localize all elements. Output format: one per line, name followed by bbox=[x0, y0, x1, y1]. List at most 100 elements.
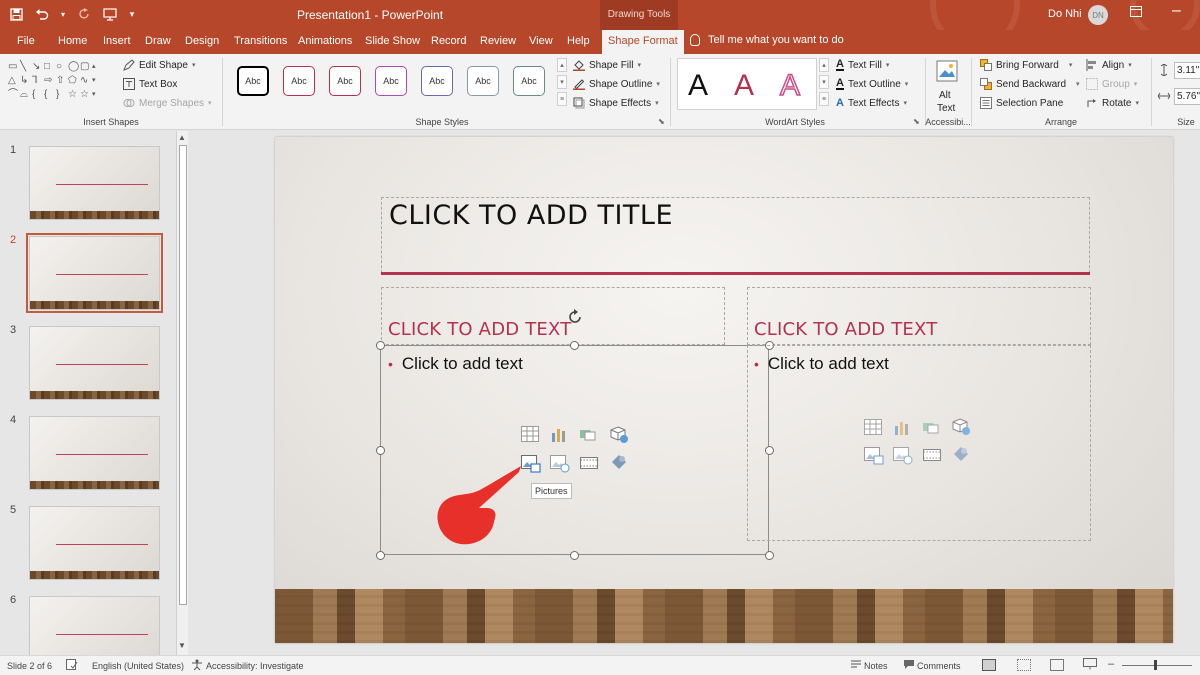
pictures-icon[interactable] bbox=[521, 455, 541, 473]
language-status[interactable]: English (United States) bbox=[92, 661, 184, 671]
text-effects-button[interactable]: A Text Effects ▾ bbox=[836, 97, 907, 109]
shape-style-swatch[interactable]: Abc bbox=[513, 66, 545, 96]
wordart-gallery[interactable]: A A A bbox=[677, 58, 817, 110]
slide-thumbnail[interactable] bbox=[29, 596, 160, 655]
shape-arrow-right-icon[interactable]: ⇨ bbox=[44, 74, 56, 88]
group-button[interactable]: Group ▾ bbox=[1086, 78, 1137, 90]
shape-square-icon[interactable]: ▢ bbox=[80, 60, 92, 74]
selection-pane-button[interactable]: Selection Pane bbox=[980, 97, 1063, 109]
right-bullet[interactable]: • Click to add text bbox=[754, 354, 889, 374]
tab-help[interactable]: Help bbox=[567, 35, 590, 47]
user-name[interactable]: Do Nhi bbox=[1048, 8, 1082, 20]
shape-brace-icon[interactable]: { bbox=[44, 88, 56, 102]
tab-home[interactable]: Home bbox=[58, 35, 87, 47]
shape-triangle-icon[interactable]: △ bbox=[8, 74, 20, 88]
shape-star-icon[interactable]: ☆ bbox=[68, 88, 80, 102]
shape-expand-icon[interactable]: ▾ bbox=[92, 88, 104, 102]
shape-more-icon[interactable]: ▴ bbox=[92, 60, 104, 74]
normal-view-icon[interactable] bbox=[982, 659, 996, 671]
left-bullet[interactable]: • Click to add text bbox=[388, 354, 523, 374]
merge-shapes-button[interactable]: Merge Shapes ▾ bbox=[123, 97, 212, 109]
shape-rect-icon[interactable]: □ bbox=[44, 60, 56, 74]
shape-textbox-icon[interactable]: ▭ bbox=[8, 60, 20, 74]
wordart-more-button[interactable]: ≡ bbox=[819, 92, 829, 106]
shape-star-icon[interactable]: ☆ bbox=[80, 88, 92, 102]
wordart-accent[interactable]: A bbox=[734, 69, 754, 103]
tab-insert[interactable]: Insert bbox=[103, 35, 131, 47]
spell-check-icon[interactable] bbox=[66, 659, 78, 672]
shape-brace-icon[interactable]: } bbox=[56, 88, 68, 102]
video-icon[interactable] bbox=[580, 455, 598, 471]
shapes-gallery[interactable]: ▭ ╲ ↘ □ ○ ◯ ▢ ▴ △ ↳ ⅂ ⇨ ⇧ ⬠ ∿ ▾ ⌒ ⌓{{} ☆ ☆ ▾ bbox=[8, 60, 108, 108]
table-icon[interactable] bbox=[864, 419, 882, 435]
thumbnails-scrollbar[interactable]: ▲ ▼ bbox=[176, 131, 188, 655]
shape-curve-icon[interactable]: ⌒ bbox=[8, 88, 20, 102]
slide-thumbnail[interactable] bbox=[29, 326, 160, 400]
table-icon[interactable] bbox=[521, 426, 539, 442]
slide-title[interactable]: CLICK TO ADD TITLE bbox=[389, 200, 673, 231]
slide-sorter-icon[interactable] bbox=[1017, 659, 1031, 671]
gallery-up-button[interactable]: ▴ bbox=[557, 58, 567, 72]
shape-elbow-icon[interactable]: ⅂ bbox=[32, 74, 44, 88]
tab-file[interactable]: File bbox=[17, 35, 35, 47]
scrollbar-thumb[interactable] bbox=[179, 145, 187, 605]
tab-transitions[interactable]: Transitions bbox=[234, 35, 287, 47]
left-heading[interactable]: CLICK TO ADD TEXT bbox=[388, 319, 571, 340]
alt-text-button[interactable]: Alt Text bbox=[928, 58, 966, 114]
tab-shape-format[interactable]: Shape Format bbox=[602, 30, 684, 54]
bring-forward-button[interactable]: Bring Forward ▾ bbox=[980, 59, 1072, 71]
wordart-plain[interactable]: A bbox=[688, 69, 708, 103]
resize-handle-s[interactable] bbox=[570, 551, 579, 560]
gallery-more-button[interactable]: ≡ bbox=[557, 92, 567, 106]
tab-slide-show[interactable]: Slide Show bbox=[365, 35, 420, 47]
tab-view[interactable]: View bbox=[529, 35, 553, 47]
ribbon-display-icon[interactable] bbox=[1130, 6, 1142, 20]
zoom-out-icon[interactable]: – bbox=[1108, 658, 1114, 670]
icons-icon[interactable] bbox=[610, 453, 628, 469]
shape-scroll-icon[interactable]: ▾ bbox=[92, 74, 104, 88]
height-field[interactable]: 3.11" bbox=[1174, 62, 1200, 79]
slide-thumbnail[interactable] bbox=[26, 233, 163, 313]
shape-outline-button[interactable]: Shape Outline ▾ bbox=[573, 78, 660, 90]
comments-button[interactable]: Comments bbox=[917, 661, 961, 671]
shape-arc-icon[interactable]: ⌓ bbox=[20, 88, 32, 102]
shape-oval-icon[interactable]: ◯ bbox=[68, 60, 80, 74]
wordart-down-button[interactable]: ▾ bbox=[819, 75, 829, 89]
text-box-button[interactable]: Text Box bbox=[123, 78, 177, 90]
3d-models-icon[interactable] bbox=[952, 418, 970, 435]
online-pictures-icon[interactable] bbox=[550, 455, 570, 473]
tab-design[interactable]: Design bbox=[185, 35, 219, 47]
align-button[interactable]: Align ▾ bbox=[1086, 59, 1132, 71]
smartart-icon[interactable] bbox=[922, 419, 940, 435]
dialog-launcher-icon[interactable]: ⬊ bbox=[658, 117, 665, 126]
smartart-icon[interactable] bbox=[579, 426, 597, 442]
text-outline-button[interactable]: A Text Outline ▾ bbox=[836, 78, 908, 90]
reading-view-icon[interactable] bbox=[1050, 659, 1064, 671]
tab-animations[interactable]: Animations bbox=[298, 35, 352, 47]
shape-style-swatch[interactable]: Abc bbox=[467, 66, 499, 96]
slide-thumbnail[interactable] bbox=[29, 416, 160, 490]
online-pictures-icon[interactable] bbox=[893, 447, 913, 465]
shape-oval-icon[interactable]: ○ bbox=[56, 60, 68, 74]
scroll-up-icon[interactable]: ▲ bbox=[178, 133, 186, 142]
shape-fill-button[interactable]: Shape Fill ▾ bbox=[573, 59, 641, 71]
zoom-slider-thumb[interactable] bbox=[1154, 660, 1157, 670]
slide-show-icon[interactable] bbox=[1083, 658, 1097, 672]
rotate-handle-icon[interactable] bbox=[566, 308, 584, 329]
3d-models-icon[interactable] bbox=[610, 426, 628, 443]
shape-style-swatch[interactable]: Abc bbox=[421, 66, 453, 96]
shape-arrow-up-icon[interactable]: ⇧ bbox=[56, 74, 68, 88]
chart-icon[interactable] bbox=[893, 419, 911, 435]
gallery-down-button[interactable]: ▾ bbox=[557, 75, 567, 89]
shape-line-icon[interactable]: ╲ bbox=[20, 60, 32, 74]
resize-handle-nw[interactable] bbox=[376, 341, 385, 350]
minimize-icon[interactable]: – bbox=[1172, 2, 1181, 20]
shape-effects-button[interactable]: Shape Effects ▾ bbox=[573, 97, 659, 109]
zoom-slider[interactable] bbox=[1122, 665, 1192, 666]
rotate-button[interactable]: Rotate ▾ bbox=[1086, 97, 1139, 109]
shape-bracket-icon[interactable]: { bbox=[32, 88, 44, 102]
resize-handle-n[interactable] bbox=[570, 341, 579, 350]
shape-style-swatch[interactable]: Abc bbox=[329, 66, 361, 96]
right-heading[interactable]: CLICK TO ADD TEXT bbox=[754, 319, 937, 340]
notes-button[interactable]: Notes bbox=[864, 661, 888, 671]
